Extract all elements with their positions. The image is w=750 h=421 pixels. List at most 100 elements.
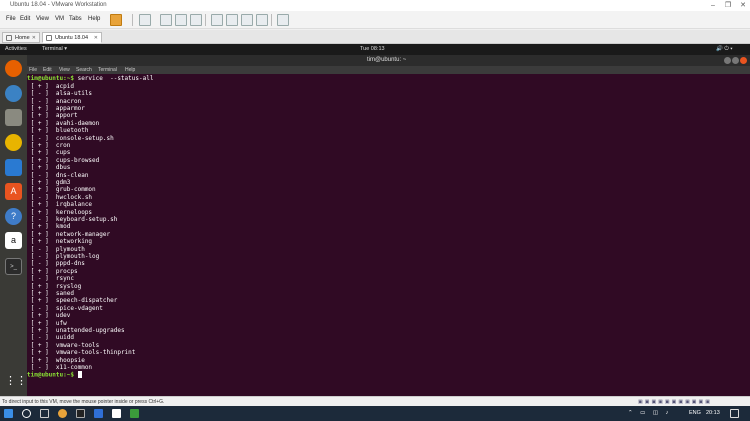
terminal-app-menu[interactable]: Terminal ▾ <box>42 44 67 55</box>
service-line: [ + ] avahi-daemon <box>27 119 100 127</box>
tab-ubuntu[interactable]: Ubuntu 18.04 ✕ <box>42 32 102 43</box>
cortana-search-icon[interactable] <box>22 409 31 418</box>
service-line: [ + ] grub-common <box>27 186 96 194</box>
terminal-menu-edit[interactable]: Edit <box>43 66 52 74</box>
service-status: - <box>37 275 42 283</box>
close-tab-icon[interactable]: ✕ <box>94 33 98 44</box>
thumbnail-icon[interactable] <box>226 14 238 26</box>
service-line: [ + ] dbus <box>27 164 71 172</box>
service-status: + <box>37 230 42 238</box>
menu-file[interactable]: File <box>6 16 16 22</box>
maximize-button[interactable]: ❐ <box>721 0 735 11</box>
service-name: rsyslog <box>55 282 82 290</box>
service-line: [ + ] bluetooth <box>27 127 89 135</box>
service-name: hwclock.sh <box>55 193 93 201</box>
service-name: saned <box>55 290 74 297</box>
service-line: [ + ] network-manager <box>27 230 111 238</box>
send-ctrl-alt-del-icon[interactable] <box>139 14 151 26</box>
service-line: [ - ] anacron <box>27 97 82 105</box>
terminal-menu-file[interactable]: File <box>29 66 37 74</box>
rhythmbox-icon[interactable] <box>5 134 22 151</box>
terminal-minimize-icon[interactable] <box>724 57 731 64</box>
tab-home[interactable]: Home ✕ <box>2 32 40 43</box>
files-icon[interactable] <box>5 109 22 126</box>
service-status: + <box>37 208 42 216</box>
close-tab-icon[interactable]: ✕ <box>32 33 36 44</box>
menu-view[interactable]: View <box>36 16 49 22</box>
text-cursor <box>77 371 82 378</box>
minimize-button[interactable]: – <box>706 0 720 11</box>
service-name: network-manager <box>55 230 111 238</box>
terminal-icon[interactable]: >_ <box>5 258 22 275</box>
service-line: [ + ] apport <box>27 112 78 120</box>
terminal-menu-help[interactable]: Help <box>125 66 135 74</box>
clock[interactable]: Tue 08:13 <box>360 44 385 55</box>
service-name: spice-vdagent <box>55 304 103 312</box>
toolbar-separator <box>271 14 272 26</box>
service-status: + <box>37 201 42 209</box>
service-status: + <box>37 105 42 112</box>
software-center-icon[interactable]: A <box>5 183 22 200</box>
chrome-icon[interactable] <box>58 409 67 418</box>
pause-icon[interactable] <box>110 14 122 26</box>
service-line: [ + ] gdm3 <box>27 179 71 186</box>
service-line: [ + ] cups-browsed <box>27 156 100 164</box>
fullscreen-icon[interactable] <box>241 14 253 26</box>
vmware-taskbar-icon[interactable] <box>94 409 103 418</box>
taskbar-terminal-icon[interactable] <box>76 409 85 418</box>
menu-edit[interactable]: Edit <box>20 16 30 22</box>
service-name: irqbalance <box>55 201 93 209</box>
terminal-menu-search[interactable]: Search <box>76 66 92 74</box>
thunderbird-icon[interactable] <box>5 85 22 102</box>
service-line: [ + ] apparmor <box>27 105 85 112</box>
app-taskbar-icon[interactable] <box>130 409 139 418</box>
taskbar-clock[interactable]: 20:13 <box>706 406 720 421</box>
service-line: [ + ] ufw <box>27 319 67 327</box>
service-status: - <box>37 97 42 105</box>
amazon-icon[interactable]: a <box>5 232 22 249</box>
service-line: [ + ] whoopsie <box>27 356 85 364</box>
show-applications-icon[interactable]: ⋮⋮ <box>5 373 27 390</box>
service-name: dbus <box>55 164 71 172</box>
service-status: + <box>37 341 42 349</box>
help-icon[interactable]: ? <box>5 208 22 225</box>
snapshot-manager-icon[interactable] <box>190 14 202 26</box>
library-icon[interactable] <box>211 14 223 26</box>
service-status: - <box>37 260 42 268</box>
menu-help[interactable]: Help <box>88 16 100 22</box>
notepad-icon[interactable] <box>112 409 121 418</box>
prompt: tim@ubuntu:~$ <box>27 75 74 82</box>
service-name: unattended-upgrades <box>55 327 125 334</box>
system-tray[interactable]: 🔊 ⏻ ▾ <box>716 44 733 55</box>
language-indicator[interactable]: ENG <box>689 406 701 421</box>
terminal-menu-view[interactable]: View <box>59 66 70 74</box>
tab-home-label: Home <box>15 35 30 41</box>
revert-snapshot-icon[interactable] <box>175 14 187 26</box>
close-window-button[interactable]: ✕ <box>736 0 750 11</box>
menu-tabs[interactable]: Tabs <box>69 16 82 22</box>
action-center-icon[interactable] <box>730 409 739 418</box>
activities-button[interactable]: Activities <box>5 44 27 55</box>
terminal-menu-terminal[interactable]: Terminal <box>98 66 117 74</box>
task-view-icon[interactable] <box>40 409 49 418</box>
terminal-maximize-icon[interactable] <box>732 57 739 64</box>
menu-vm[interactable]: VM <box>55 16 64 22</box>
console-view-icon[interactable] <box>277 14 289 26</box>
firefox-icon[interactable] <box>5 60 22 77</box>
service-name: gdm3 <box>55 179 71 186</box>
windows-start-icon[interactable] <box>4 409 13 418</box>
snapshot-icon[interactable] <box>160 14 172 26</box>
window-title-bar: Ubuntu 18.04 - VMware Workstation – ❐ ✕ <box>0 0 750 11</box>
service-line: [ + ] vmware-tools-thinprint <box>27 349 136 357</box>
service-name: rsync <box>55 275 74 283</box>
unity-icon[interactable] <box>256 14 268 26</box>
service-status: - <box>37 245 42 253</box>
service-line: [ + ] irqbalance <box>27 201 93 209</box>
terminal-close-icon[interactable] <box>740 57 747 64</box>
service-status: + <box>37 149 42 157</box>
libreoffice-writer-icon[interactable] <box>5 159 22 176</box>
window-title: Ubuntu 18.04 - VMware Workstation <box>10 2 107 8</box>
terminal-output[interactable]: tim@ubuntu:~$ service --status-all [ + ]… <box>27 74 750 396</box>
tray-icons[interactable]: ⌃ ▭ ◫ ♪ <box>628 406 671 421</box>
ubuntu-dock: A ? a >_ ⋮⋮ <box>0 55 27 396</box>
